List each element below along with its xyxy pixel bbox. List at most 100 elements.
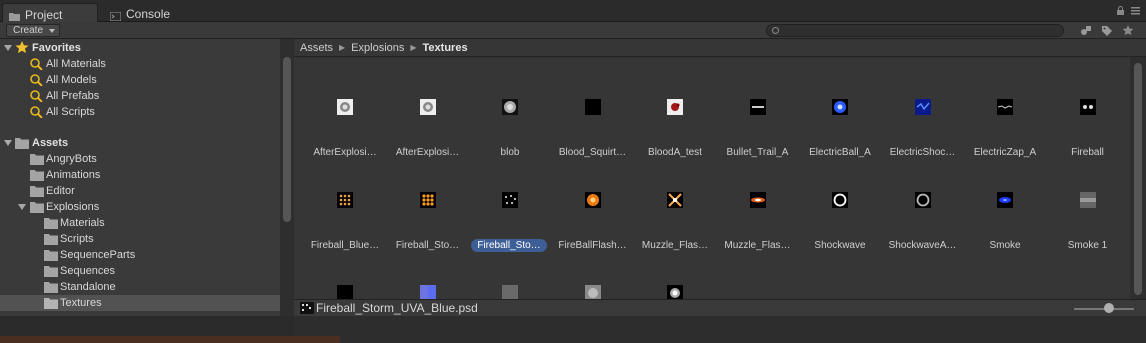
- star-icon[interactable]: [1122, 25, 1134, 36]
- electric-dark-blue-thumbnail-icon: [914, 99, 931, 115]
- breadcrumb-textures[interactable]: Textures: [423, 42, 468, 54]
- asset-tile[interactable]: Muzzle_Flas…: [717, 164, 799, 251]
- asset-tile[interactable]: Bullet_Trail_A: [717, 71, 799, 158]
- asset-tile[interactable]: Fireball_Sto…: [387, 164, 469, 251]
- folder-standalone[interactable]: Standalone: [0, 279, 280, 295]
- tab-console[interactable]: Console: [104, 3, 184, 22]
- asset-tile[interactable]: ElectricZap_A: [964, 71, 1046, 158]
- folder-sequenceparts[interactable]: SequenceParts: [0, 247, 280, 263]
- scrollbar-thumb[interactable]: [283, 57, 291, 222]
- breadcrumb-explosions[interactable]: Explosions: [351, 42, 404, 54]
- asset-tile-label: ElectricShoc…: [889, 147, 956, 158]
- asset-tile[interactable]: FireBallFlash…: [552, 164, 634, 251]
- asset-tile-label: Bullet_Trail_A: [726, 147, 789, 158]
- asset-tile[interactable]: ElectricShoc…: [882, 71, 964, 158]
- folder-textures[interactable]: Textures: [0, 295, 280, 311]
- search-icon: [30, 106, 44, 119]
- folder-sequences[interactable]: Sequences: [0, 263, 280, 279]
- folder-icon: [44, 249, 58, 261]
- label-tag-icon[interactable]: [1101, 25, 1113, 36]
- folder-icon: [44, 217, 58, 229]
- favorite-item-all-models[interactable]: All Models: [0, 72, 280, 88]
- breadcrumb: Assets ▶ Explosions ▶ Textures: [294, 39, 1146, 57]
- asset-tile[interactable]: [634, 257, 716, 299]
- favorite-item-label: All Scripts: [46, 106, 95, 118]
- folder-scripts[interactable]: Scripts: [0, 231, 280, 247]
- folder-label: Editor: [46, 185, 75, 197]
- favorites-header[interactable]: Favorites: [0, 40, 280, 56]
- expand-triangle-icon[interactable]: [4, 45, 12, 51]
- asset-tile[interactable]: Fireball: [1047, 71, 1129, 158]
- fireball-dots-thumbnail-icon: [1079, 99, 1096, 115]
- black-thumbnail-icon: [337, 285, 353, 299]
- asset-tile[interactable]: blob: [469, 71, 551, 158]
- folder-materials[interactable]: Materials: [0, 215, 280, 231]
- asset-tile[interactable]: [552, 257, 634, 299]
- assets-header[interactable]: Assets: [0, 135, 280, 151]
- filter-by-type-icon[interactable]: [1080, 25, 1092, 36]
- tab-bar: Project Console: [0, 0, 1146, 22]
- folder-icon: [9, 10, 20, 21]
- asset-tile[interactable]: Smoke 1: [1047, 164, 1129, 251]
- create-button-label: Create: [13, 25, 44, 36]
- folder-explosions[interactable]: Explosions: [0, 199, 280, 215]
- asset-tile[interactable]: ElectricBall_A: [799, 71, 881, 158]
- smoke-blue-thumbnail-icon: [997, 192, 1013, 208]
- asset-tile[interactable]: Fireball_Blue…: [304, 164, 386, 251]
- asset-tile[interactable]: AfterExplosi…: [304, 71, 386, 158]
- asset-tile[interactable]: Shockwave: [799, 164, 881, 251]
- asset-tile-label: blob: [500, 147, 520, 158]
- asset-tile[interactable]: AfterExplosi…: [387, 71, 469, 158]
- console-icon: [109, 10, 122, 21]
- chevron-right-icon: ▶: [410, 43, 417, 52]
- favorite-item-all-materials[interactable]: All Materials: [0, 56, 280, 72]
- asset-tile[interactable]: Muzzle_Flas…: [634, 164, 716, 251]
- asset-tile[interactable]: [304, 257, 386, 299]
- asset-tile-label: Fireball_Sto…: [471, 239, 547, 252]
- scrollbar-thumb[interactable]: [1134, 63, 1142, 295]
- asset-tile[interactable]: [469, 257, 551, 299]
- asset-tile[interactable]: Smoke: [964, 164, 1046, 251]
- white-dots-thumbnail-icon: [502, 192, 518, 208]
- folder-label: Textures: [60, 297, 102, 309]
- flash-orange-thumbnail-icon: [584, 192, 601, 208]
- folder-animations[interactable]: Animations: [0, 167, 280, 183]
- favorite-item-all-prefabs[interactable]: All Prefabs: [0, 88, 280, 104]
- favorite-item-label: All Materials: [46, 58, 106, 70]
- create-button[interactable]: Create: [6, 24, 61, 37]
- tree-scrollbar[interactable]: [280, 39, 294, 316]
- muzzle-streak-thumbnail-icon: [749, 192, 766, 208]
- grid-scrollbar[interactable]: [1130, 57, 1146, 299]
- asset-tile[interactable]: [387, 257, 469, 299]
- asset-tile[interactable]: Fireball_Sto…: [469, 164, 551, 252]
- smoke-grey-thumbnail-icon: [1079, 192, 1096, 208]
- zoom-slider-handle[interactable]: [1104, 303, 1114, 313]
- assets-label: Assets: [32, 137, 69, 149]
- asset-tile[interactable]: ShockwaveA…: [882, 164, 964, 251]
- tab-project[interactable]: Project: [2, 3, 98, 22]
- folder-editor[interactable]: Editor: [0, 183, 280, 199]
- folder-icon: [15, 137, 29, 149]
- asset-tile-label: ShockwaveA…: [888, 240, 957, 251]
- asset-tile[interactable]: Blood_Squirt…: [552, 71, 634, 158]
- expand-triangle-icon[interactable]: [4, 140, 12, 146]
- lock-icon[interactable]: [1116, 6, 1125, 15]
- folder-icon: [30, 169, 44, 181]
- asset-tile-label: FireBallFlash…: [558, 240, 627, 251]
- asset-tile-label: Smoke 1: [1067, 240, 1108, 251]
- panel-menu-icon[interactable]: [1131, 6, 1140, 15]
- star-icon: [15, 41, 29, 54]
- favorite-item-label: All Prefabs: [46, 90, 100, 102]
- breadcrumb-assets[interactable]: Assets: [300, 42, 333, 54]
- asset-tile-label: Fireball_Sto…: [395, 240, 460, 251]
- favorite-item-all-scripts[interactable]: All Scripts: [0, 104, 280, 120]
- asset-tile-label: AfterExplosi…: [395, 147, 460, 158]
- blood-thumbnail-icon: [667, 99, 683, 115]
- folder-label: SequenceParts: [60, 249, 136, 261]
- asset-tile[interactable]: BloodA_test: [634, 71, 716, 158]
- search-icon: [30, 74, 44, 87]
- folder-angrybots[interactable]: AngryBots: [0, 151, 280, 167]
- search-input[interactable]: [766, 24, 1064, 37]
- folder-icon: [44, 233, 58, 245]
- expand-triangle-icon[interactable]: [18, 204, 26, 210]
